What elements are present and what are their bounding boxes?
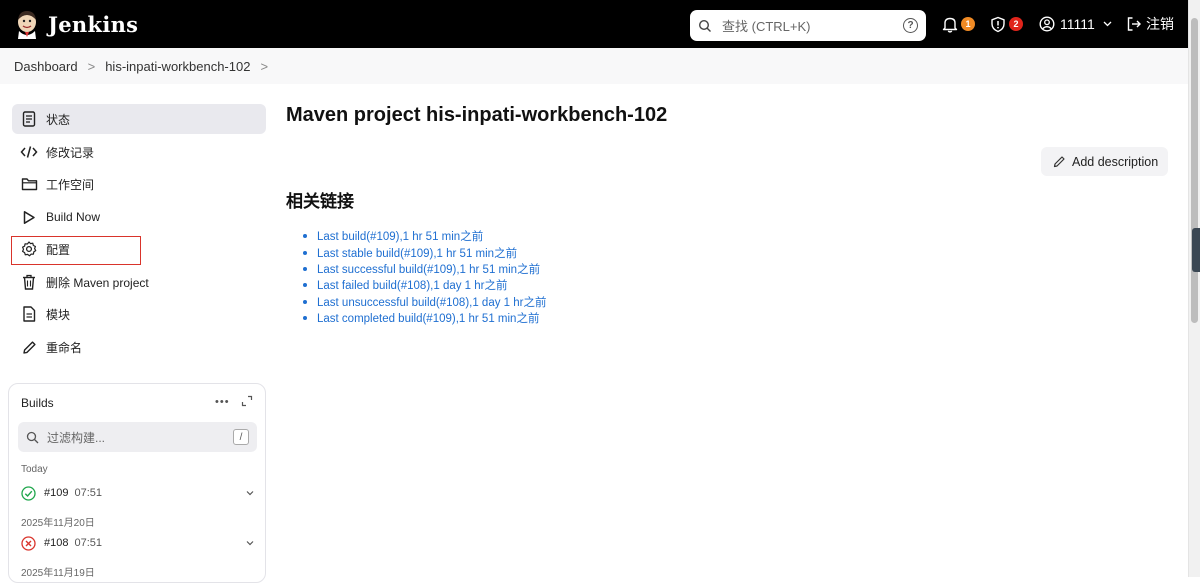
task-label: Build Now bbox=[46, 210, 101, 224]
task-changes[interactable]: 修改记录 bbox=[12, 137, 266, 167]
filter-placeholder: 过滤构建... bbox=[47, 430, 106, 445]
vertical-scrollbar[interactable] bbox=[1188, 0, 1200, 577]
chevron-down-icon[interactable] bbox=[245, 538, 255, 548]
task-label: 删除 Maven project bbox=[46, 275, 149, 290]
build-group-label: 2025年11月20日 bbox=[21, 518, 95, 529]
page-title: Maven project his-inpati-workbench-102 bbox=[286, 104, 668, 126]
link-last-failed-build[interactable]: Last failed build(#108),1 day 1 hr之前 bbox=[303, 277, 546, 293]
pencil-icon bbox=[1053, 156, 1065, 168]
link-last-build[interactable]: Last build(#109),1 hr 51 min之前 bbox=[303, 228, 546, 244]
build-time: 07:51 bbox=[74, 537, 103, 549]
jenkins-logo-icon bbox=[18, 11, 36, 39]
breadcrumb: Dashboard > his-inpati-workbench-102 > bbox=[0, 48, 1188, 84]
security-badge: 2 bbox=[1009, 17, 1023, 31]
search-input[interactable]: 查找 (CTRL+K) bbox=[722, 16, 903, 35]
file-icon bbox=[20, 305, 38, 323]
scrollbar-thumb[interactable] bbox=[1191, 18, 1198, 323]
trash-icon bbox=[20, 273, 38, 291]
brand-name: Jenkins bbox=[48, 11, 139, 37]
breadcrumb-dashboard[interactable]: Dashboard bbox=[14, 59, 78, 74]
shield-icon bbox=[991, 16, 1005, 32]
add-description-button[interactable]: Add description bbox=[1041, 147, 1168, 176]
task-workspace[interactable]: 工作空间 bbox=[12, 169, 266, 199]
jenkins-home-link[interactable]: Jenkins bbox=[14, 0, 138, 48]
play-icon bbox=[20, 208, 38, 226]
task-delete-project[interactable]: 删除 Maven project bbox=[12, 267, 266, 297]
user-menu[interactable]: 11111 bbox=[1039, 0, 1112, 48]
task-label: 重命名 bbox=[46, 340, 83, 355]
top-header: Jenkins 查找 (CTRL+K) ? 1 2 11111 注销 bbox=[0, 0, 1188, 48]
logout-icon bbox=[1127, 17, 1141, 31]
task-status[interactable]: 状态 bbox=[12, 104, 266, 134]
task-modules[interactable]: 模块 bbox=[12, 299, 266, 329]
related-links-list: Last build(#109),1 hr 51 min之前 Last stab… bbox=[303, 228, 546, 326]
task-label: 模块 bbox=[46, 307, 71, 322]
document-icon bbox=[20, 110, 38, 128]
logout-label: 注销 bbox=[1146, 16, 1174, 32]
expand-icon[interactable] bbox=[241, 395, 253, 407]
security-button[interactable]: 2 bbox=[990, 0, 1023, 48]
link-last-completed-build[interactable]: Last completed build(#109),1 hr 51 min之前 bbox=[303, 310, 546, 326]
more-options-icon[interactable]: ••• bbox=[215, 396, 230, 408]
build-id: #109 bbox=[44, 487, 69, 499]
breadcrumb-project[interactable]: his-inpati-workbench-102 bbox=[105, 59, 250, 74]
link-last-successful-build[interactable]: Last successful build(#109),1 hr 51 min之… bbox=[303, 261, 546, 277]
task-label: 状态 bbox=[46, 112, 71, 127]
chevron-down-icon bbox=[1103, 21, 1112, 27]
task-label: 修改记录 bbox=[46, 145, 95, 160]
breadcrumb-separator[interactable]: > bbox=[260, 59, 268, 74]
chevron-down-icon[interactable] bbox=[245, 488, 255, 498]
configure-highlight-box bbox=[11, 236, 141, 265]
link-last-unsuccessful-build[interactable]: Last unsuccessful build(#108),1 day 1 hr… bbox=[303, 294, 546, 310]
task-build-now[interactable]: Build Now bbox=[12, 202, 266, 232]
breadcrumb-separator: > bbox=[87, 58, 96, 74]
folder-icon bbox=[20, 175, 38, 193]
notifications-button[interactable]: 1 bbox=[942, 0, 975, 48]
code-icon bbox=[20, 143, 38, 161]
keyboard-shortcut: / bbox=[233, 429, 249, 445]
task-rename[interactable]: 重命名 bbox=[12, 332, 266, 362]
build-time: 07:51 bbox=[74, 487, 103, 499]
logout-button[interactable]: 注销 bbox=[1126, 0, 1174, 48]
search-box[interactable]: 查找 (CTRL+K) ? bbox=[690, 10, 926, 41]
builds-title: Builds bbox=[21, 396, 54, 410]
pencil-icon bbox=[20, 338, 38, 356]
search-icon bbox=[26, 431, 39, 443]
add-description-label: Add description bbox=[1072, 154, 1159, 169]
user-icon bbox=[1039, 16, 1055, 32]
link-last-stable-build[interactable]: Last stable build(#109),1 hr 51 min之前 bbox=[303, 244, 546, 260]
builds-panel: Builds ••• 过滤构建... / Today #109 07:51 20… bbox=[8, 383, 266, 583]
notifications-badge: 1 bbox=[961, 17, 975, 31]
bell-icon bbox=[942, 17, 958, 33]
help-icon[interactable]: ? bbox=[903, 18, 918, 33]
build-row[interactable]: #109 07:51 bbox=[21, 483, 255, 503]
failed-status-icon bbox=[21, 535, 36, 551]
build-filter-input[interactable]: 过滤构建... / bbox=[18, 422, 257, 452]
task-label: 工作空间 bbox=[46, 177, 95, 192]
build-row[interactable]: #108 07:51 bbox=[21, 533, 255, 553]
build-group-label: Today bbox=[21, 464, 48, 475]
success-status-icon bbox=[21, 485, 36, 501]
user-name: 11111 bbox=[1060, 16, 1095, 32]
side-panel-handle[interactable] bbox=[1192, 228, 1200, 272]
section-title: 相关链接 bbox=[286, 192, 354, 211]
search-icon bbox=[698, 19, 711, 32]
build-id: #108 bbox=[44, 537, 69, 549]
